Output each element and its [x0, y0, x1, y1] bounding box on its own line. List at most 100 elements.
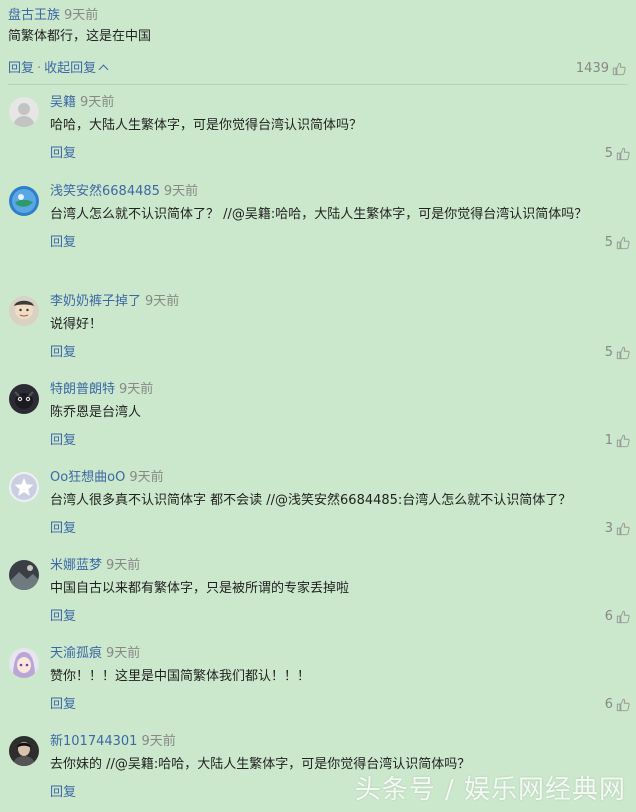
like-count: 5 — [604, 345, 613, 360]
username-link[interactable]: 李奶奶裤子掉了 — [50, 294, 141, 309]
reply-meta: 李奶奶裤子掉了 9天前 — [50, 292, 610, 312]
collapse-replies-button[interactable]: 收起回复 — [44, 61, 109, 76]
reply-actions: 回复 5 — [50, 232, 630, 254]
watermark: 头条号 / 娱乐网经典网 — [354, 775, 626, 805]
reply-content: 米娜蓝梦 9天前 中国自古以来都有繁体字，只是被所谓的专家丢掉啦 回复 6 — [50, 556, 630, 628]
like-count: 5 — [604, 235, 613, 250]
reply-meta: 吴籍 9天前 — [50, 93, 610, 113]
like-button[interactable]: 3 — [605, 518, 630, 540]
avatar[interactable] — [9, 296, 39, 326]
like-count: 1439 — [575, 61, 609, 76]
reply-content: 特朗普朗特 9天前 陈乔恩是台湾人 回复 1 — [50, 380, 630, 452]
divider — [8, 84, 628, 85]
thumbs-up-icon — [616, 698, 630, 712]
timestamp: 9天前 — [106, 646, 141, 661]
collapse-replies-label: 收起回复 — [44, 61, 97, 76]
timestamp: 9天前 — [119, 382, 154, 397]
username-link[interactable]: 米娜蓝梦 — [50, 558, 102, 573]
top-comment-meta: 盘古王族 9天前 — [8, 6, 628, 26]
avatar[interactable] — [9, 384, 39, 414]
timestamp: 9天前 — [106, 558, 141, 573]
username-link[interactable]: 新101744301 — [50, 734, 137, 749]
timestamp: 9天前 — [145, 294, 180, 309]
star-avatar-icon — [9, 472, 39, 502]
like-button[interactable]: 1439 — [576, 58, 626, 80]
chevron-up-icon — [98, 64, 109, 75]
reply-button[interactable]: 回复 — [50, 345, 76, 360]
like-count: 6 — [604, 609, 613, 624]
timestamp: 9天前 — [141, 734, 176, 749]
username-link[interactable]: 浅笑安然6684485 — [50, 184, 160, 199]
username-link[interactable]: 特朗普朗特 — [50, 382, 115, 397]
top-comment-text: 简繁体都行，这是在中国 — [8, 29, 152, 44]
like-count: 5 — [604, 146, 613, 161]
username-link[interactable]: 盘古王族 — [8, 8, 60, 23]
reply-text: 中国自古以来都有繁体字，只是被所谓的专家丢掉啦 — [50, 581, 350, 596]
reply-button[interactable]: 回复 — [8, 61, 34, 76]
reply-meta: 浅笑安然6684485 9天前 — [50, 182, 610, 202]
like-count: 6 — [604, 697, 613, 712]
username-link[interactable]: 天渝孤痕 — [50, 646, 102, 661]
avatar[interactable] — [9, 97, 39, 127]
dark-photo-avatar-icon — [9, 560, 39, 590]
thumbs-up-icon — [612, 62, 626, 76]
comment-thread: 盘古王族 9天前 简繁体都行，这是在中国 回复 · 收起回复 1439 吴籍 9天前 哈… — [0, 0, 636, 812]
like-button[interactable]: 6 — [605, 606, 630, 628]
thumbs-up-icon — [616, 434, 630, 448]
reply-button[interactable]: 回复 — [50, 146, 76, 161]
reply-button[interactable]: 回复 — [50, 235, 76, 250]
avatar[interactable] — [9, 560, 39, 590]
reply-button[interactable]: 回复 — [50, 785, 76, 800]
default-avatar-icon — [9, 97, 39, 127]
reply-meta: 特朗普朗特 9天前 — [50, 380, 610, 400]
like-button[interactable]: 5 — [605, 143, 630, 165]
username-link[interactable]: Oo狂想曲oO — [50, 470, 125, 485]
reply-actions: 回复 6 — [50, 606, 630, 628]
reply-meta: Oo狂想曲oO 9天前 — [50, 468, 610, 488]
reply-content: 天渝孤痕 9天前 赞你！！！这里是中国简繁体我们都认！！！ 回复 6 — [50, 644, 630, 716]
like-count: 1 — [604, 433, 613, 448]
avatar[interactable] — [9, 472, 39, 502]
reply-text: 台湾人怎么就不认识简体了？ //@吴籍:哈哈，大陆人生繁体字，可是你觉得台湾认识… — [50, 207, 588, 222]
avatar[interactable] — [9, 186, 39, 216]
reply-content: 李奶奶裤子掉了 9天前 说得好！ 回复 5 — [50, 292, 630, 364]
like-button[interactable]: 6 — [605, 694, 630, 716]
thumbs-up-icon — [616, 522, 630, 536]
reply-meta: 米娜蓝梦 9天前 — [50, 556, 610, 576]
timestamp: 9天前 — [163, 184, 199, 199]
reply-button[interactable]: 回复 — [50, 433, 76, 448]
reply-text: 台湾人很多真不认识简体字 都不会读 //@浅笑安然6684485:台湾人怎么就不… — [50, 493, 572, 508]
timestamp: 9天前 — [64, 8, 99, 23]
avatar[interactable] — [9, 736, 39, 766]
avatar[interactable] — [9, 648, 39, 678]
blue-round-avatar-icon — [9, 186, 39, 216]
thumbs-up-icon — [616, 346, 630, 360]
reply-content: 吴籍 9天前 哈哈，大陆人生繁体字，可是你觉得台湾认识简体吗？ 回复 5 — [50, 93, 630, 165]
reply-text: 陈乔恩是台湾人 — [50, 405, 142, 420]
separator: · — [37, 61, 42, 76]
anime-avatar-icon — [9, 648, 39, 678]
top-comment-actions: 回复 · 收起回复 1439 — [8, 58, 628, 80]
like-count: 3 — [604, 521, 613, 536]
timestamp: 9天前 — [129, 470, 164, 485]
reply-actions: 回复 5 — [50, 143, 630, 165]
reply-meta: 天渝孤痕 9天前 — [50, 644, 610, 664]
reply-actions: 回复 1 — [50, 430, 630, 452]
username-link[interactable]: 吴籍 — [50, 95, 76, 110]
top-comment: 盘古王族 9天前 简繁体都行，这是在中国 回复 · 收起回复 1439 — [8, 6, 628, 80]
dark-animal-avatar-icon — [9, 384, 39, 414]
reply-content: 浅笑安然6684485 9天前 台湾人怎么就不认识简体了？ //@吴籍:哈哈，大陆… — [50, 182, 630, 254]
reply-button[interactable]: 回复 — [50, 697, 76, 712]
timestamp: 9天前 — [80, 95, 115, 110]
reply-button[interactable]: 回复 — [50, 609, 76, 624]
like-button[interactable]: 5 — [605, 342, 630, 364]
reply-button[interactable]: 回复 — [50, 521, 76, 536]
reply-text: 哈哈，大陆人生繁体字，可是你觉得台湾认识简体吗？ — [50, 118, 363, 133]
like-button[interactable]: 5 — [605, 232, 630, 254]
like-button[interactable]: 1 — [605, 430, 630, 452]
face-avatar-icon — [9, 296, 39, 326]
thumbs-up-icon — [616, 610, 630, 624]
reply-text: 赞你！！！这里是中国简繁体我们都认！！！ — [50, 669, 311, 684]
reply-text: 说得好！ — [50, 317, 103, 332]
reply-actions: 回复 3 — [50, 518, 630, 540]
